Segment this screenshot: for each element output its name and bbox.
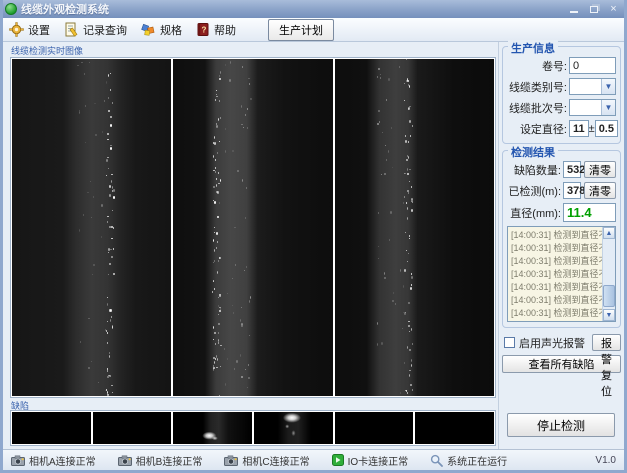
camera-image-panel	[10, 57, 496, 398]
defect-thumbnail[interactable]	[93, 412, 172, 444]
live-view-section: 线缆检测实时图像 缺陷	[7, 42, 498, 449]
defect-thumbnail[interactable]	[415, 412, 494, 444]
roll-number-label: 卷号:	[507, 58, 569, 74]
main-area: 线缆检测实时图像 缺陷 生产信息 卷号:	[3, 42, 624, 449]
log-line: [14:00:31] 检测到直径不合格	[511, 229, 600, 242]
settings-icon	[9, 22, 24, 37]
toolbar-spec[interactable]: 规格	[141, 22, 182, 38]
version-label: V1.0	[595, 455, 616, 466]
camera-icon	[118, 455, 132, 466]
set-diameter-label: 设定直径:	[507, 121, 569, 137]
minimize-button[interactable]	[565, 3, 582, 16]
status-camera-b: 相机B连接正常	[118, 453, 203, 468]
close-button[interactable]: ×	[605, 3, 622, 16]
scrollbar-thumb[interactable]	[603, 285, 615, 307]
log-line: [14:00:31] 检测到直径不合格	[511, 294, 600, 307]
roll-number-input[interactable]: 0	[569, 57, 616, 74]
camera-c-image	[335, 59, 494, 396]
log-line: [14:00:31] 检测到直径不合格	[511, 281, 600, 294]
chevron-down-icon[interactable]: ▼	[601, 79, 615, 94]
svg-text:?: ?	[202, 26, 207, 35]
detection-results-title: 检测结果	[508, 144, 558, 160]
cable-type-label: 线缆类别号:	[507, 79, 569, 95]
control-panel: 生产信息 卷号: 0 线缆类别号: ▼ 线缆批次号: ▼	[498, 42, 624, 449]
cable-batch-combo[interactable]: ▼	[569, 99, 616, 116]
status-camera-a: 相机A连接正常	[11, 453, 96, 468]
alarm-reset-button[interactable]: 报警复位	[592, 334, 621, 351]
defect-thumbnail[interactable]	[254, 412, 333, 444]
camera-icon	[11, 455, 25, 466]
defect-count-value: 53209	[563, 161, 581, 178]
set-diameter-input[interactable]: 11	[569, 120, 589, 137]
measured-length-value: 3783.3	[563, 182, 581, 199]
toolbar-settings[interactable]: 设置	[9, 22, 50, 38]
measured-length-label: 已检测(m):	[507, 183, 563, 199]
toolbar-help[interactable]: ? 帮助	[196, 22, 236, 38]
window-title: 线缆外观检测系统	[21, 1, 562, 17]
diameter-value: 11.4	[563, 203, 616, 222]
production-plan-button[interactable]: 生产计划	[268, 19, 334, 41]
camera-b-image	[173, 59, 332, 396]
log-line: [14:00:31] 检测到直径不合格	[511, 242, 600, 255]
cable-type-combo[interactable]: ▼	[569, 78, 616, 95]
detection-results-group: 检测结果 缺陷数量: 53209 清零 已检测(m): 3783.3 清零 直径…	[502, 150, 621, 328]
defect-thumbnail-strip	[10, 410, 496, 446]
log-line: [14:00:31] 检测到直径不合格	[511, 307, 600, 320]
clear-defect-count-button[interactable]: 清零	[584, 161, 616, 178]
spec-icon	[141, 22, 156, 37]
log-scrollbar[interactable]: ▲ ▼	[602, 227, 615, 321]
diameter-label: 直径(mm):	[507, 205, 563, 221]
scroll-up-icon[interactable]: ▲	[603, 227, 615, 239]
alarm-checkbox[interactable]	[504, 337, 515, 348]
toolbar-help-label: 帮助	[214, 22, 236, 38]
app-window: 线缆外观检测系统 × 设置	[0, 0, 627, 473]
production-info-group: 生产信息 卷号: 0 线缆类别号: ▼ 线缆批次号: ▼	[502, 46, 621, 144]
defect-thumbnail[interactable]	[335, 412, 414, 444]
camera-icon	[224, 455, 238, 466]
defect-count-label: 缺陷数量:	[507, 162, 563, 178]
toolbar: 设置 记录查询 规格	[3, 18, 624, 42]
live-image-label: 线缆检测实时图像	[11, 44, 83, 57]
production-info-title: 生产信息	[508, 40, 558, 56]
defect-thumbnail[interactable]	[173, 412, 252, 444]
cable-batch-label: 线缆批次号:	[507, 100, 569, 116]
status-camera-c: 相机C连接正常	[224, 453, 309, 468]
toolbar-record-query-label: 记录查询	[83, 22, 127, 38]
magnifier-icon	[430, 454, 443, 467]
alarm-checkbox-label: 启用声光报警	[519, 335, 585, 351]
scroll-down-icon[interactable]: ▼	[603, 309, 615, 321]
detection-log-list[interactable]: [14:00:31] 检测到直径不合格 [14:00:31] 检测到直径不合格 …	[507, 226, 616, 322]
chevron-down-icon[interactable]: ▼	[601, 100, 615, 115]
app-icon	[5, 3, 17, 15]
clear-measured-button[interactable]: 清零	[584, 182, 616, 199]
toolbar-record-query[interactable]: 记录查询	[64, 22, 127, 38]
help-icon: ?	[196, 22, 210, 37]
toolbar-spec-label: 规格	[160, 22, 182, 38]
log-line: [14:00:31] 检测到直径不合格	[511, 255, 600, 268]
status-system-running: 系统正在运行	[430, 453, 507, 468]
log-line: [14:00:31] 检测到直径不合格	[511, 268, 600, 281]
io-card-icon	[332, 454, 344, 466]
defect-thumbnail[interactable]	[12, 412, 91, 444]
camera-a-image	[12, 59, 171, 396]
tolerance-input[interactable]: 0.5	[595, 120, 618, 137]
statusbar: 相机A连接正常 相机B连接正常	[3, 449, 624, 470]
restore-button[interactable]	[585, 3, 602, 16]
record-query-icon	[64, 22, 79, 37]
toolbar-settings-label: 设置	[28, 22, 50, 38]
titlebar: 线缆外观检测系统 ×	[0, 0, 627, 18]
status-io-card: IO卡连接正常	[332, 453, 409, 468]
stop-detection-button[interactable]: 停止检测	[507, 413, 615, 437]
